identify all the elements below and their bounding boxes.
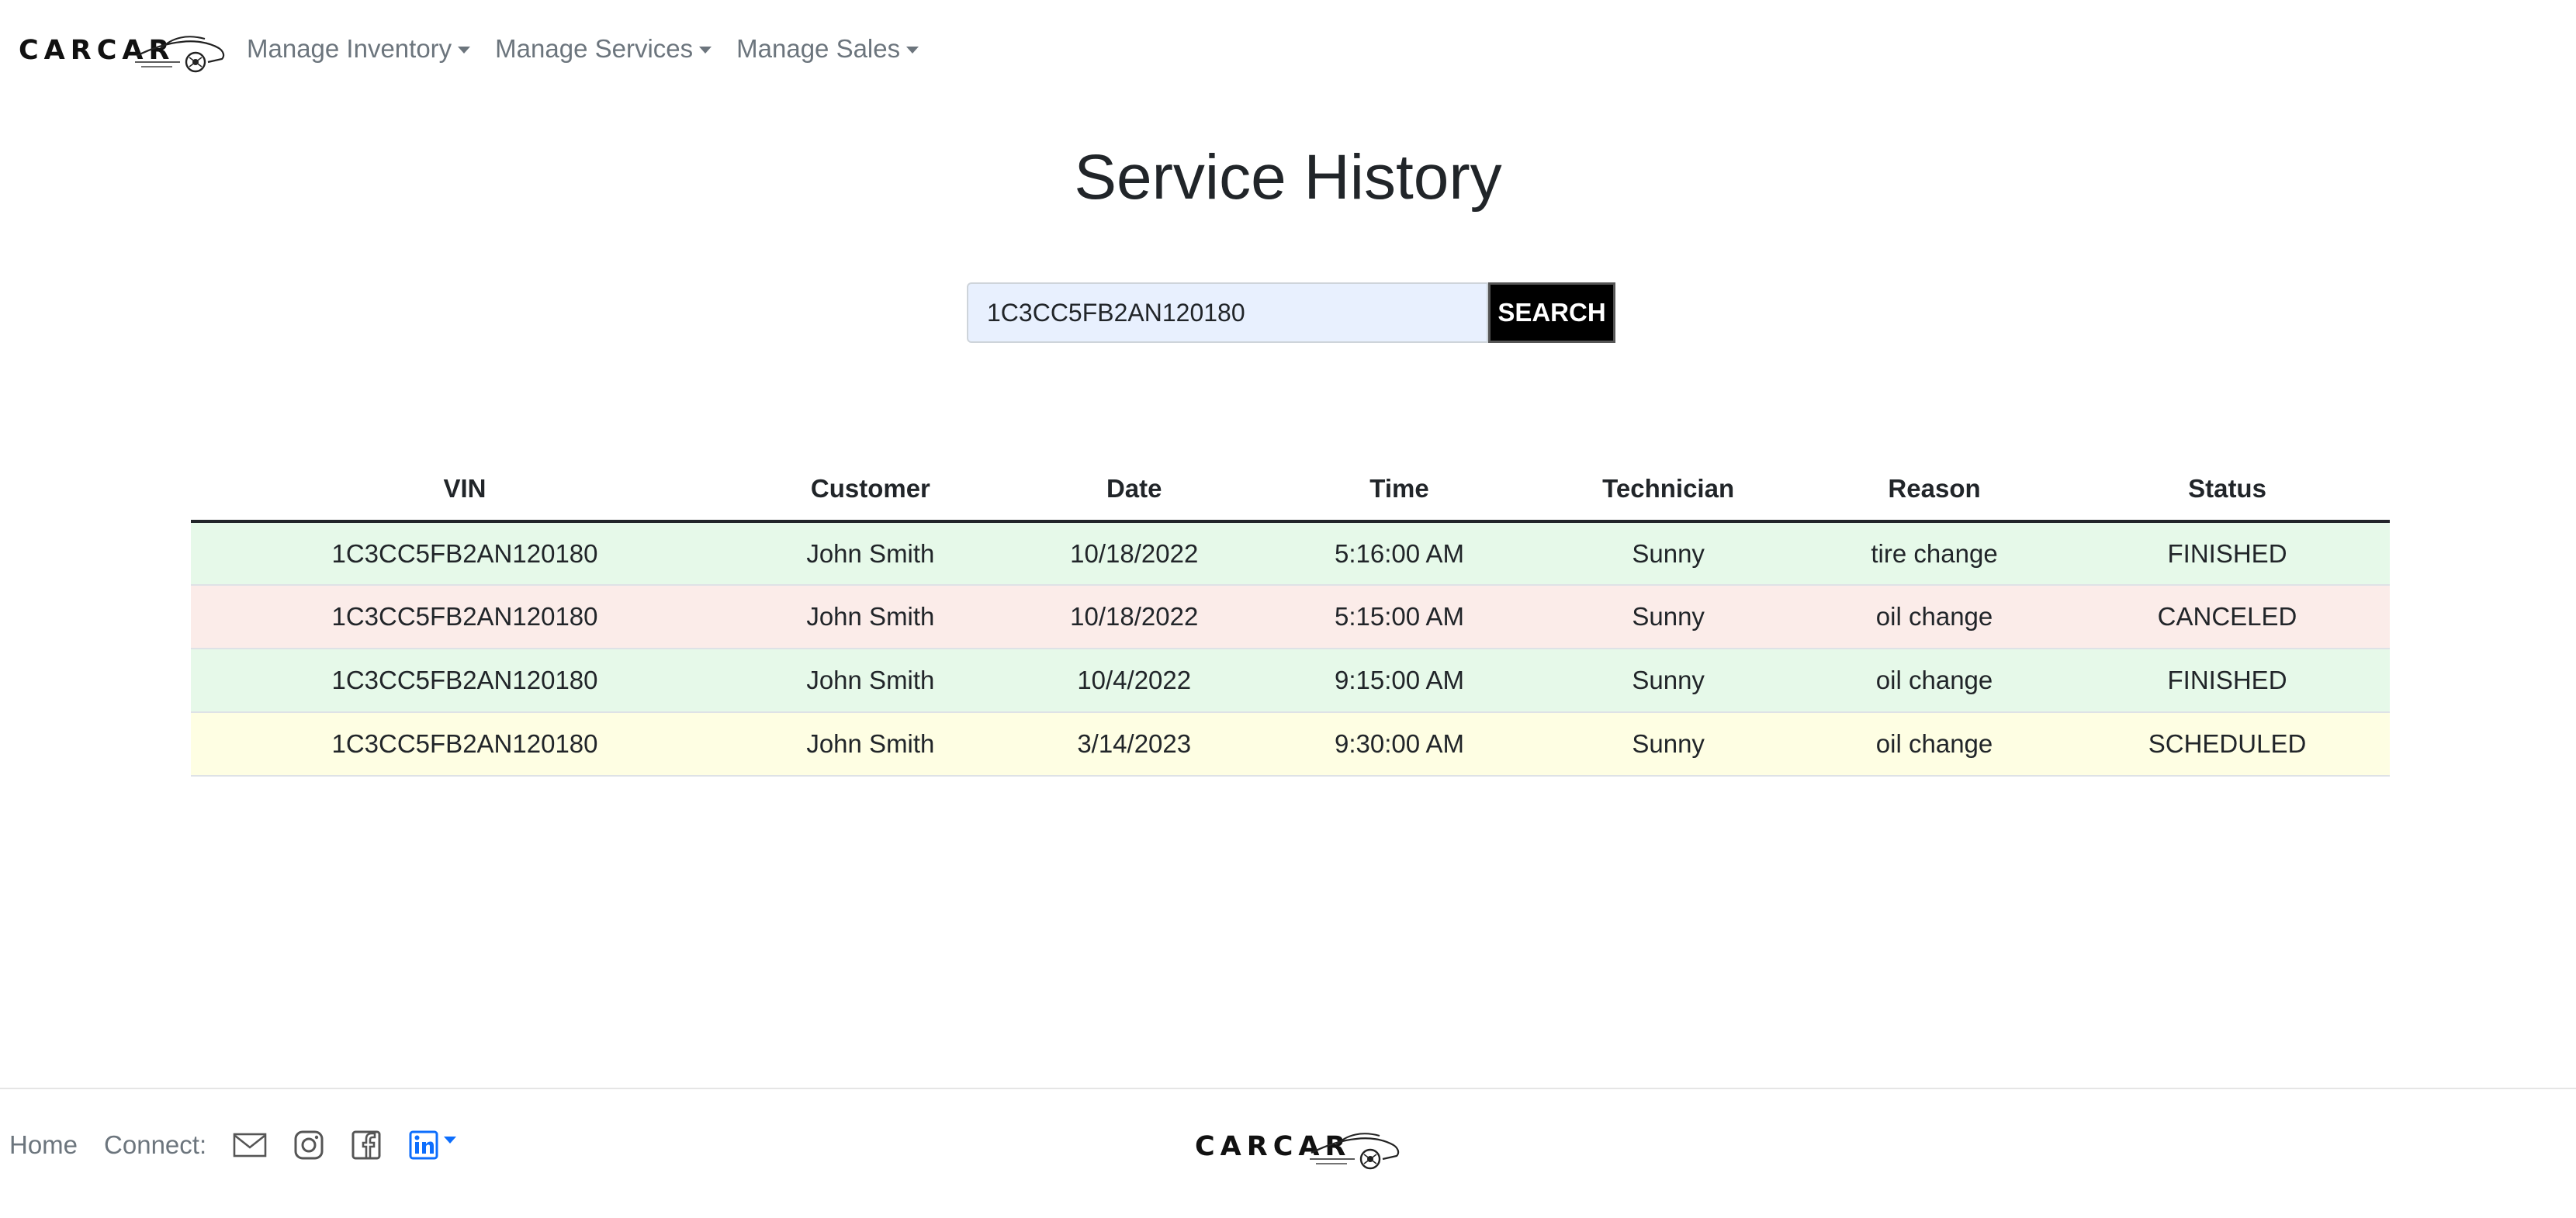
vin-search-input[interactable] [967,282,1488,343]
footer-home-link[interactable]: Home [9,1130,78,1160]
column-header-date: Date [1002,458,1266,523]
car-logo-icon [1310,1133,1400,1170]
cell-reason: oil change [1804,649,2065,713]
cell-status: SCHEDULED [2065,712,2390,777]
cell-technician: Sunny [1532,649,1805,713]
nav-manage-services[interactable]: Manage Services [495,29,712,68]
nav-manage-inventory-label: Manage Inventory [247,34,452,63]
cell-vin: 1C3CC5FB2AN120180 [191,585,739,649]
navbar: CARCAR Manage Inventory Manage Services … [0,0,2576,96]
brand-logo[interactable]: CARCAR [19,23,225,78]
cell-status: FINISHED [2065,649,2390,713]
cell-customer: John Smith [739,585,1002,649]
cell-technician: Sunny [1532,521,1805,586]
column-header-reason: Reason [1804,458,2065,523]
cell-customer: John Smith [739,712,1002,777]
page-title: Service History [1074,142,1502,213]
cell-reason: oil change [1804,712,2065,777]
cell-date: 10/18/2022 [1002,521,1266,586]
car-logo-icon [135,36,225,73]
column-header-customer: Customer [739,458,1002,523]
instagram-icon[interactable] [293,1130,324,1161]
column-header-time: Time [1265,458,1533,523]
nav-menu: Manage Inventory Manage Services Manage … [247,29,943,68]
nav-manage-services-label: Manage Services [495,34,694,63]
cell-customer: John Smith [739,521,1002,586]
table-header-row: VIN Customer Date Time Technician Reason… [191,458,2390,523]
chevron-down-icon [699,46,712,54]
nav-manage-sales-label: Manage Sales [736,34,901,63]
linkedin-icon[interactable] [408,1130,457,1161]
cell-date: 3/14/2023 [1002,712,1266,777]
cell-technician: Sunny [1532,585,1805,649]
cell-time: 9:30:00 AM [1265,712,1533,777]
footer-connect-label: Connect: [104,1130,207,1159]
cell-time: 9:15:00 AM [1265,649,1533,713]
footer-links: Home Connect: [9,1130,483,1161]
search-button[interactable]: SEARCH [1488,282,1615,343]
footer: Home Connect: CARCAR [0,1088,2576,1218]
table-row: 1C3CC5FB2AN120180 John Smith 10/18/2022 … [191,585,2390,649]
cell-vin: 1C3CC5FB2AN120180 [191,649,739,713]
cell-reason: oil change [1804,585,2065,649]
cell-status: CANCELED [2065,585,2390,649]
cell-technician: Sunny [1532,712,1805,777]
cell-date: 10/4/2022 [1002,649,1266,713]
cell-vin: 1C3CC5FB2AN120180 [191,712,739,777]
cell-time: 5:16:00 AM [1265,521,1533,586]
chevron-down-icon [444,1136,457,1144]
cell-vin: 1C3CC5FB2AN120180 [191,521,739,586]
table-row: 1C3CC5FB2AN120180 John Smith 10/4/2022 9… [191,649,2390,713]
nav-manage-sales[interactable]: Manage Sales [736,29,919,68]
search-form: SEARCH [967,282,1615,343]
facebook-icon[interactable] [351,1130,382,1161]
chevron-down-icon [906,46,919,54]
cell-status: FINISHED [2065,521,2390,586]
chevron-down-icon [458,46,471,54]
footer-brand-logo[interactable]: CARCAR [1195,1123,1400,1178]
cell-time: 5:15:00 AM [1265,585,1533,649]
mail-icon[interactable] [233,1132,267,1158]
column-header-technician: Technician [1532,458,1805,523]
cell-customer: John Smith [739,649,1002,713]
table-row: 1C3CC5FB2AN120180 John Smith 3/14/2023 9… [191,712,2390,777]
nav-manage-inventory[interactable]: Manage Inventory [247,29,471,68]
cell-date: 10/18/2022 [1002,585,1266,649]
column-header-vin: VIN [191,458,739,523]
table-row: 1C3CC5FB2AN120180 John Smith 10/18/2022 … [191,521,2390,586]
cell-reason: tire change [1804,521,2065,586]
column-header-status: Status [2065,458,2390,523]
service-history-table: VIN Customer Date Time Technician Reason… [191,458,2390,777]
